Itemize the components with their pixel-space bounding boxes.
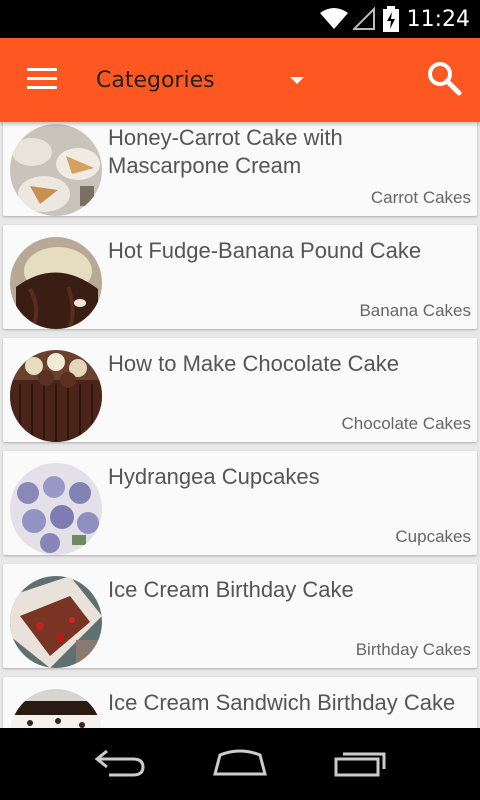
- hamburger-menu-icon: [27, 67, 57, 93]
- ice-cream-cake-photo: [10, 576, 102, 668]
- recipe-category: Cupcakes: [395, 527, 471, 546]
- recipe-title: Honey-Carrot Cake with Mascarpone Cream: [108, 125, 343, 178]
- home-button[interactable]: [190, 728, 290, 800]
- menu-button[interactable]: [0, 38, 84, 122]
- recipe-card[interactable]: How to Make Chocolate Cake Chocolate Cak…: [3, 338, 477, 442]
- back-button[interactable]: [70, 728, 170, 800]
- recipe-category: Carrot Cakes: [370, 188, 471, 207]
- recipe-list[interactable]: Honey-Carrot Cake with Mascarpone Cream …: [0, 122, 480, 728]
- recipe-card[interactable]: Honey-Carrot Cake with Mascarpone Cream …: [3, 122, 477, 216]
- chocolate-cake-photo: [10, 350, 102, 442]
- recipe-title: How to Make Chocolate Cake: [108, 351, 400, 376]
- recipe-title: Ice Cream Birthday Cake: [108, 577, 354, 602]
- cupcakes-photo: [10, 463, 102, 555]
- search-button[interactable]: [420, 56, 468, 104]
- wifi-icon: [319, 7, 349, 31]
- recipe-title: Ice Cream Sandwich Birthday Cake: [108, 690, 456, 715]
- recipe-card[interactable]: Ice Cream Sandwich Birthday Cake: [3, 677, 477, 728]
- recipe-title: Hot Fudge-Banana Pound Cake: [108, 238, 422, 263]
- recipe-category: Banana Cakes: [359, 301, 471, 320]
- recipe-card[interactable]: Hot Fudge-Banana Pound Cake Banana Cakes: [3, 225, 477, 329]
- clock: 11:24: [406, 6, 470, 32]
- app-bar: Categories: [0, 38, 480, 122]
- category-dropdown-label: Categories: [96, 67, 215, 93]
- navigation-bar: [0, 728, 480, 800]
- signal-icon: [352, 7, 375, 31]
- recent-apps-icon: [333, 747, 387, 781]
- home-icon: [212, 747, 268, 781]
- banana-cake-photo: [10, 237, 102, 329]
- status-bar: 11:24: [0, 0, 480, 38]
- search-icon: [426, 60, 462, 100]
- recipe-category: Chocolate Cakes: [341, 414, 471, 433]
- category-dropdown[interactable]: Categories: [96, 38, 304, 122]
- recipe-title: Hydrangea Cupcakes: [108, 464, 320, 489]
- recipe-card[interactable]: Hydrangea Cupcakes Cupcakes: [3, 451, 477, 555]
- recent-apps-button[interactable]: [310, 728, 410, 800]
- recipe-card[interactable]: Ice Cream Birthday Cake Birthday Cakes: [3, 564, 477, 668]
- dropdown-arrow-icon: [290, 76, 304, 84]
- ice-cream-sandwich-cake-photo: [10, 689, 102, 728]
- battery-charging-icon: [382, 6, 399, 32]
- back-icon: [93, 747, 147, 781]
- carrot-cake-photo: [10, 124, 102, 216]
- recipe-category: Birthday Cakes: [355, 640, 471, 659]
